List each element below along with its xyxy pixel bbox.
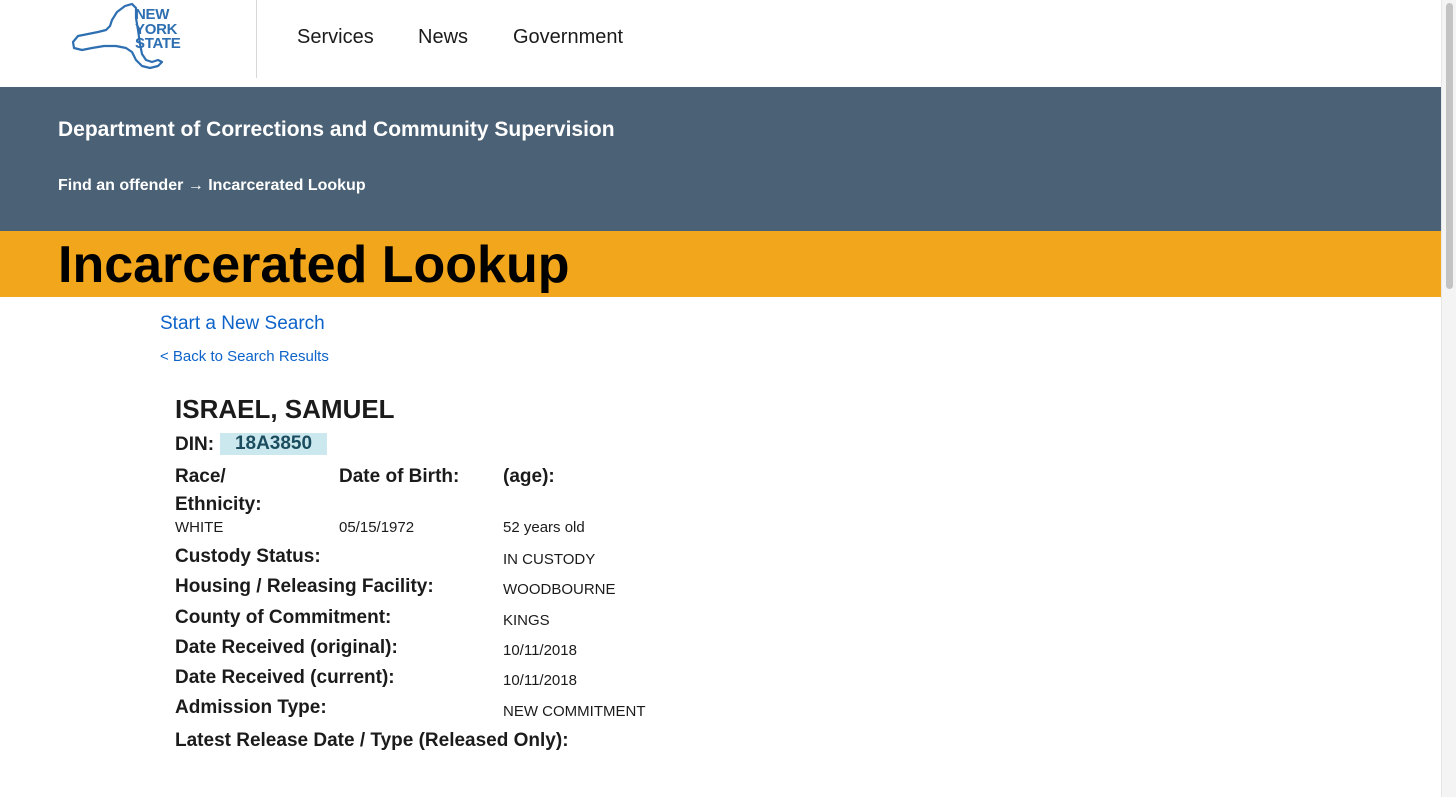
nav-government[interactable]: Government xyxy=(513,26,623,49)
dob-value: 05/15/1972 xyxy=(339,519,415,536)
custody-value: IN CUSTODY xyxy=(503,551,596,568)
admission-label: Admission Type: xyxy=(175,697,327,718)
admission-value: NEW COMMITMENT xyxy=(503,703,646,720)
facility-value: WOODBOURNE xyxy=(503,581,616,598)
age-label: (age): xyxy=(503,466,555,487)
agency-banner xyxy=(0,87,1441,231)
nav-divider xyxy=(256,0,257,78)
din-value: 18A3850 xyxy=(220,433,327,455)
scrollbar-thumb[interactable] xyxy=(1446,3,1453,289)
nav-services[interactable]: Services xyxy=(297,26,374,49)
logo-wordmark: NEW YORK STATE xyxy=(135,6,181,52)
custody-label: Custody Status: xyxy=(175,546,321,567)
start-new-search-link[interactable]: Start a New Search xyxy=(160,313,325,335)
agency-title[interactable]: Department of Corrections and Community … xyxy=(58,118,615,142)
received-current-label: Date Received (current): xyxy=(175,667,395,688)
race-label: Race/ Ethnicity: xyxy=(175,466,262,515)
page-scrollbar[interactable] xyxy=(1441,0,1456,797)
release-label: Latest Release Date / Type (Released Onl… xyxy=(175,730,569,751)
county-label: County of Commitment: xyxy=(175,607,392,628)
top-navigation: NEW YORK STATE Services News Government xyxy=(0,0,1441,87)
received-original-value: 10/11/2018 xyxy=(503,642,577,659)
din-label: DIN: xyxy=(175,434,215,455)
received-current-value: 10/11/2018 xyxy=(503,672,577,689)
age-value: 52 years old xyxy=(503,519,585,536)
county-value: KINGS xyxy=(503,612,550,629)
dob-label: Date of Birth: xyxy=(339,466,460,487)
offender-name: ISRAEL, SAMUEL xyxy=(175,394,395,424)
facility-label: Housing / Releasing Facility: xyxy=(175,576,434,597)
received-original-label: Date Received (original): xyxy=(175,637,398,658)
race-value: WHITE xyxy=(175,519,224,536)
back-to-results-link[interactable]: < Back to Search Results xyxy=(160,348,329,365)
nys-logo[interactable]: NEW YORK STATE xyxy=(70,0,190,74)
page-title: Incarcerated Lookup xyxy=(58,236,570,294)
nav-news[interactable]: News xyxy=(418,26,468,49)
breadcrumb[interactable]: Find an offender → Incarcerated Lookup xyxy=(58,177,366,195)
